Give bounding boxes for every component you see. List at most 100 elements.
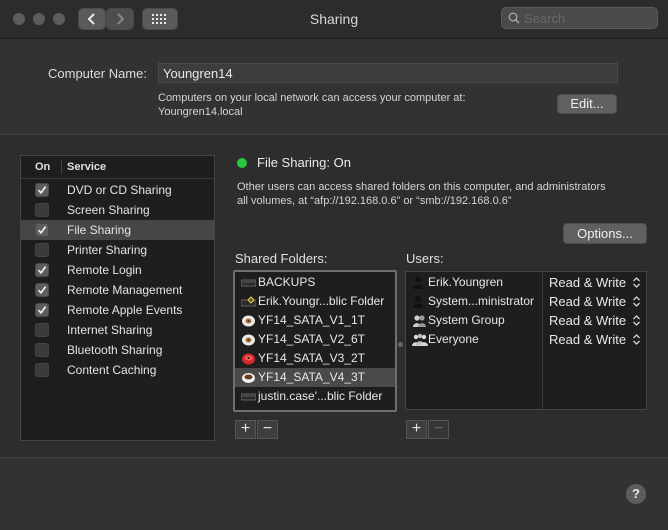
checkmark-icon bbox=[37, 186, 47, 195]
remove-user-button[interactable]: − bbox=[428, 420, 449, 439]
user-row[interactable]: System Group Read & Write bbox=[406, 311, 646, 330]
service-checkbox[interactable] bbox=[35, 323, 49, 337]
checkmark-icon bbox=[37, 266, 47, 275]
user-name: Erik.Youngren bbox=[428, 275, 503, 289]
permission-popup[interactable]: Read & Write bbox=[549, 332, 626, 347]
service-label: Bluetooth Sharing bbox=[67, 343, 163, 357]
service-label: Screen Sharing bbox=[67, 203, 150, 217]
column-header-service[interactable]: Service bbox=[67, 161, 106, 173]
public-folder-icon bbox=[240, 295, 257, 308]
column-divider bbox=[61, 160, 62, 174]
coffee-icon bbox=[241, 371, 256, 384]
checkmark-icon bbox=[37, 226, 47, 235]
shared-folders-list[interactable]: BACKUPS Erik.Youngr...blic Folder YF14_SAT… bbox=[233, 270, 397, 412]
search-field[interactable] bbox=[501, 7, 658, 29]
service-checkbox[interactable] bbox=[35, 223, 49, 237]
updown-chevron-icon[interactable] bbox=[632, 314, 641, 327]
service-checkbox[interactable] bbox=[35, 343, 49, 357]
drive-icon bbox=[240, 390, 257, 403]
shared-folder-name: YF14_SATA_V1_1T bbox=[258, 313, 365, 327]
user-row[interactable]: Erik.Youngren Read & Write bbox=[406, 273, 646, 292]
updown-chevron-icon[interactable] bbox=[632, 295, 641, 308]
search-icon bbox=[508, 12, 520, 24]
shared-folder-name: Erik.Youngr...blic Folder bbox=[258, 294, 385, 308]
service-checkbox[interactable] bbox=[35, 283, 49, 297]
user-row[interactable]: Everyone Read & Write bbox=[406, 330, 646, 349]
service-label: Internet Sharing bbox=[67, 323, 153, 337]
service-label: Remote Apple Events bbox=[67, 303, 183, 317]
permission-popup[interactable]: Read & Write bbox=[549, 275, 626, 290]
permission-popup[interactable]: Read & Write bbox=[549, 313, 626, 328]
edit-button[interactable]: Edit... bbox=[557, 94, 617, 114]
shared-folder-row[interactable]: justin.case'...blic Folder bbox=[235, 387, 395, 406]
hd-icon bbox=[241, 314, 256, 327]
shared-folder-row[interactable]: YF14_SATA_V1_1T bbox=[235, 311, 395, 330]
service-list-header: On Service bbox=[21, 156, 214, 179]
service-row[interactable]: Screen Sharing bbox=[21, 200, 214, 220]
search-input[interactable] bbox=[524, 10, 652, 26]
red-hd-icon bbox=[241, 352, 256, 365]
service-label: Remote Login bbox=[67, 263, 142, 277]
shared-folder-name: YF14_SATA_V3_2T bbox=[258, 351, 365, 365]
shared-folder-row[interactable]: YF14_SATA_V2_6T bbox=[235, 330, 395, 349]
service-checkbox[interactable] bbox=[35, 203, 49, 217]
user-row[interactable]: System...ministrator Read & Write bbox=[406, 292, 646, 311]
service-checkbox[interactable] bbox=[35, 183, 49, 197]
service-row[interactable]: Internet Sharing bbox=[21, 320, 214, 340]
service-label: Printer Sharing bbox=[67, 243, 148, 257]
service-row[interactable]: Content Caching bbox=[21, 360, 214, 380]
service-checkbox[interactable] bbox=[35, 363, 49, 377]
column-header-on[interactable]: On bbox=[35, 161, 50, 173]
computer-name-label: Computer Name: bbox=[48, 66, 147, 81]
add-user-button[interactable]: + bbox=[406, 420, 427, 439]
service-list: On Service DVD or CD Sharing Screen Shari… bbox=[20, 155, 215, 441]
remove-folder-button[interactable]: − bbox=[257, 420, 278, 439]
shared-folders-label: Shared Folders: bbox=[235, 251, 328, 266]
service-checkbox[interactable] bbox=[35, 263, 49, 277]
drive-icon bbox=[240, 276, 257, 289]
help-button[interactable]: ? bbox=[626, 484, 646, 504]
service-row[interactable]: Remote Login bbox=[21, 260, 214, 280]
service-row[interactable]: Remote Apple Events bbox=[21, 300, 214, 320]
service-checkbox[interactable] bbox=[35, 243, 49, 257]
shared-folder-row[interactable]: Erik.Youngr...blic Folder bbox=[235, 292, 395, 311]
service-label: Content Caching bbox=[67, 363, 157, 377]
service-row[interactable]: Bluetooth Sharing bbox=[21, 340, 214, 360]
group-icon bbox=[412, 314, 428, 327]
computer-name-description-line: Computers on your local network can acce… bbox=[158, 92, 466, 104]
user-icon bbox=[412, 295, 428, 308]
service-checkbox[interactable] bbox=[35, 303, 49, 317]
service-row[interactable]: Printer Sharing bbox=[21, 240, 214, 260]
file-sharing-description-line: Other users can access shared folders on… bbox=[237, 181, 606, 193]
add-folder-button[interactable]: + bbox=[235, 420, 256, 439]
hd-icon bbox=[241, 333, 256, 346]
permission-popup[interactable]: Read & Write bbox=[549, 294, 626, 309]
checkmark-icon bbox=[37, 286, 47, 295]
updown-chevron-icon[interactable] bbox=[632, 333, 641, 346]
shared-folder-name: justin.case'...blic Folder bbox=[258, 389, 383, 403]
updown-chevron-icon[interactable] bbox=[632, 276, 641, 289]
file-sharing-status: File Sharing: On bbox=[257, 155, 351, 170]
computer-name-field[interactable] bbox=[158, 63, 618, 83]
shared-folder-name: YF14_SATA_V4_3T bbox=[258, 370, 365, 384]
shared-folder-row[interactable]: YF14_SATA_V4_3T bbox=[235, 368, 395, 387]
user-icon bbox=[412, 276, 428, 289]
user-name: System Group bbox=[428, 313, 505, 327]
everyone-icon bbox=[412, 333, 428, 346]
service-row[interactable]: Remote Management bbox=[21, 280, 214, 300]
split-handle[interactable] bbox=[398, 342, 403, 347]
options-button[interactable]: Options... bbox=[563, 223, 647, 244]
service-label: DVD or CD Sharing bbox=[67, 183, 172, 197]
title-bar: Sharing bbox=[0, 0, 668, 39]
shared-folder-row[interactable]: BACKUPS bbox=[235, 273, 395, 292]
local-hostname: Youngren14.local bbox=[158, 106, 243, 118]
service-label: File Sharing bbox=[67, 223, 132, 237]
file-sharing-address-line: all volumes, at “afp://192.168.0.6” or “… bbox=[237, 195, 512, 207]
service-row[interactable]: DVD or CD Sharing bbox=[21, 180, 214, 200]
service-row[interactable]: File Sharing bbox=[21, 220, 214, 240]
computer-name-description: Computers on your local network can acce… bbox=[158, 91, 538, 119]
shared-folder-name: BACKUPS bbox=[258, 275, 316, 289]
users-list[interactable]: Erik.Youngren Read & Write System...minist… bbox=[405, 271, 647, 410]
shared-folder-row[interactable]: YF14_SATA_V3_2T bbox=[235, 349, 395, 368]
user-name: Everyone bbox=[428, 332, 479, 346]
